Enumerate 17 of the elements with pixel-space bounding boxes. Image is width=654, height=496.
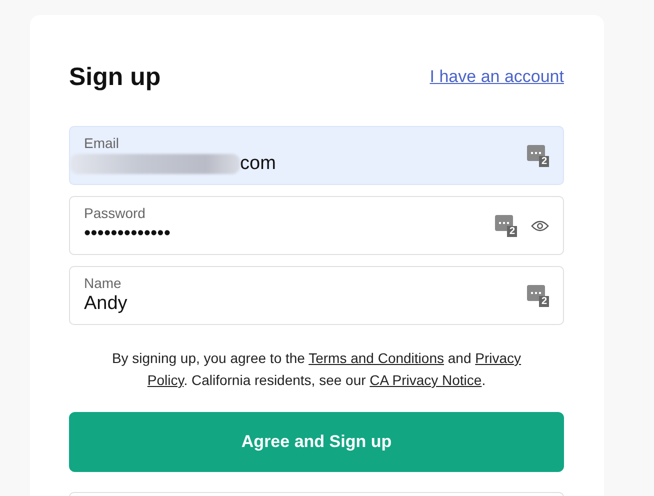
agreement-text: By signing up, you agree to the Terms and Conditions and Privacy Policy. California residents, see our CA Privacy Notice.: [110, 349, 522, 390]
policy-link[interactable]: Privacy: [475, 350, 522, 366]
field-label: Name: [84, 274, 122, 290]
field-label: Email: [84, 134, 120, 150]
eye-icon[interactable]: [531, 218, 549, 232]
policy-link[interactable]: CA Privacy Notice: [370, 372, 482, 388]
field-value: •••••••••••••: [84, 222, 170, 244]
page-title: Sign up: [69, 62, 161, 92]
input-field[interactable]: Name Andy 2: [69, 266, 564, 325]
field-value: Andy: [84, 292, 128, 314]
policy-link[interactable]: Policy: [147, 372, 184, 388]
account-link[interactable]: I have an account: [430, 67, 564, 87]
input-field[interactable]: Email com 2: [69, 126, 564, 185]
field-label: Password: [84, 204, 146, 220]
policy-link[interactable]: Terms and Conditions: [308, 350, 444, 366]
input-field[interactable]: Password ••••••••••••• 2: [69, 196, 564, 255]
field-value: com: [240, 152, 276, 174]
